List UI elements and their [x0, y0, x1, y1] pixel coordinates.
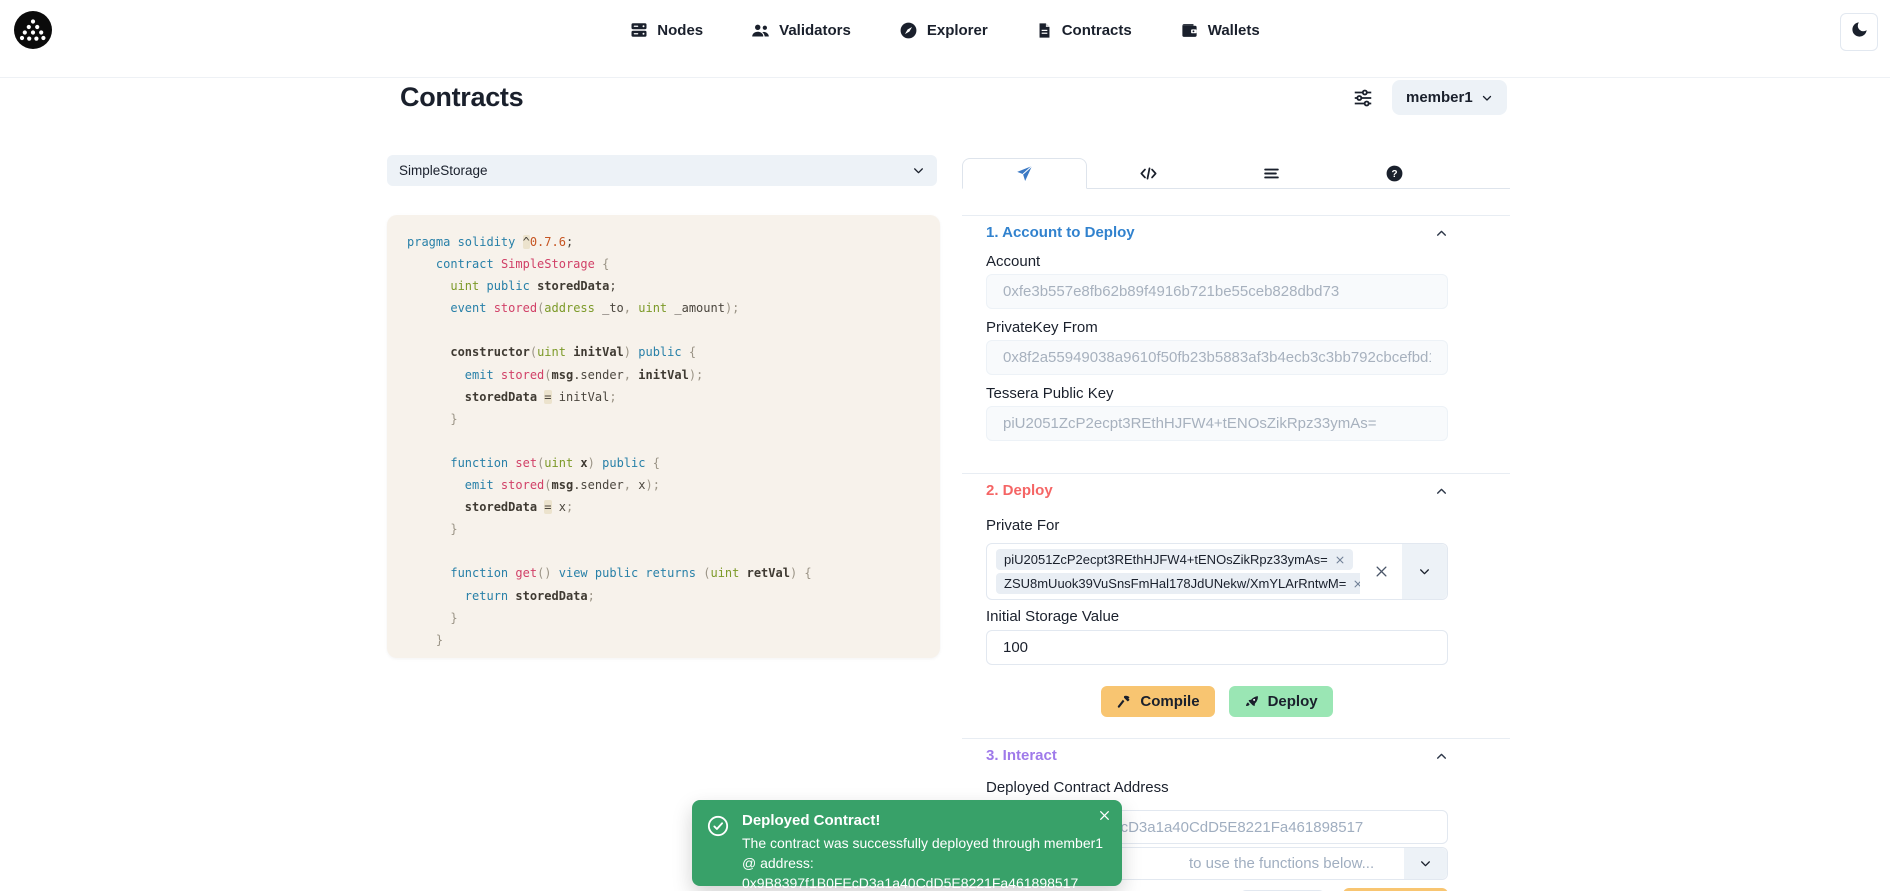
main-nav: Nodes Validators Explorer Contracts [0, 0, 1890, 60]
privatekey-label: PrivateKey From [986, 319, 1448, 337]
tab-details[interactable] [1210, 158, 1333, 188]
nav-item-explorer[interactable]: Explorer [899, 21, 988, 40]
question-icon: ? [1385, 164, 1404, 183]
server-icon [630, 21, 648, 39]
chevron-down-icon [1481, 92, 1493, 104]
check-circle-icon [707, 815, 729, 842]
code-icon [1139, 164, 1158, 183]
page-title: Contracts [400, 82, 523, 113]
private-for-tag: piU2051ZcP2ecpt3REthHJFW4+tENOsZikRpz33y… [996, 549, 1353, 570]
file-icon [1036, 22, 1053, 39]
list-icon [1262, 164, 1281, 183]
compile-button[interactable]: Compile [1101, 686, 1214, 717]
nav-item-nodes[interactable]: Nodes [630, 21, 703, 39]
initial-storage-label: Initial Storage Value [986, 608, 1448, 626]
divider [962, 473, 1510, 474]
tab-deploy[interactable] [962, 158, 1087, 189]
account-section: 1. Account to Deploy Account PrivateKey … [986, 223, 1448, 441]
divider [962, 738, 1510, 739]
account-label: Account [986, 253, 1448, 271]
divider [0, 77, 1890, 78]
chevron-up-icon [1435, 750, 1448, 763]
privatekey-input[interactable] [986, 340, 1448, 375]
deploy-button[interactable]: Deploy [1229, 686, 1333, 717]
nav-item-validators[interactable]: Validators [751, 21, 851, 40]
compass-icon [899, 21, 918, 40]
contract-panel: ? 1. Account to Deploy Account PrivateKe… [962, 158, 1510, 891]
collapse-interact-button[interactable] [1435, 750, 1448, 763]
chevron-down-icon [912, 164, 925, 177]
private-for-label: Private For [986, 517, 1448, 535]
app-frame: Nodes Validators Explorer Contracts [0, 0, 1890, 891]
panel-tabs: ? [962, 158, 1510, 189]
private-for-multiselect[interactable]: piU2051ZcP2ecpt3REthHJFW4+tENOsZikRpz33y… [986, 543, 1448, 600]
deploy-button-label: Deploy [1268, 693, 1318, 710]
theme-toggle-button[interactable] [1840, 13, 1878, 51]
top-navbar: Nodes Validators Explorer Contracts [0, 0, 1890, 60]
dropdown-indicator[interactable] [1404, 848, 1447, 879]
deploy-section: 2. Deploy Private For piU2051ZcP2ecpt3RE… [986, 481, 1448, 717]
compile-button-label: Compile [1140, 693, 1199, 710]
account-input[interactable] [986, 274, 1448, 309]
solidity-source: pragma solidity ^0.7.6; contract SimpleS… [407, 231, 920, 651]
tag-label: ZSU8mUuok39VuSnsFmHal178JdUNekw/XmYLArRn… [1004, 576, 1346, 591]
tag-close-icon[interactable] [1353, 579, 1360, 589]
wallet-icon [1180, 21, 1199, 40]
contract-select-value: SimpleStorage [399, 163, 488, 178]
deploy-section-heading: 2. Deploy [986, 481, 1053, 501]
hammer-icon [1116, 694, 1132, 710]
nav-item-wallets[interactable]: Wallets [1180, 21, 1260, 40]
tab-source-code[interactable] [1087, 158, 1210, 188]
clear-all-icon[interactable] [1360, 544, 1402, 599]
nav-item-contracts[interactable]: Contracts [1036, 22, 1132, 39]
moon-icon [1850, 20, 1869, 44]
svg-text:?: ? [1391, 168, 1397, 179]
toast-title: Deployed Contract! [742, 812, 880, 829]
close-icon[interactable] [1098, 809, 1111, 822]
toast-message: The contract was successfully deployed t… [742, 833, 1120, 891]
nav-label: Contracts [1062, 22, 1132, 39]
paper-plane-icon [1015, 164, 1034, 183]
private-for-tag: ZSU8mUuok39VuSnsFmHal178JdUNekw/XmYLArRn… [996, 573, 1360, 594]
member-label: member1 [1406, 89, 1473, 106]
chevron-down-icon [1419, 857, 1432, 870]
chevron-up-icon [1435, 227, 1448, 240]
tag-label: piU2051ZcP2ecpt3REthHJFW4+tENOsZikRpz33y… [1004, 552, 1328, 567]
tag-close-icon[interactable] [1335, 555, 1345, 565]
private-for-tags: piU2051ZcP2ecpt3REthHJFW4+tENOsZikRpz33y… [987, 544, 1360, 599]
contract-select[interactable]: SimpleStorage [387, 155, 937, 186]
initial-storage-input[interactable] [986, 630, 1448, 665]
deployed-address-label: Deployed Contract Address [986, 779, 1448, 797]
code-block: pragma solidity ^0.7.6; contract SimpleS… [387, 215, 940, 658]
nav-label: Wallets [1208, 22, 1260, 39]
tab-help[interactable]: ? [1333, 158, 1456, 188]
dropdown-indicator[interactable] [1402, 544, 1447, 599]
account-section-heading: 1. Account to Deploy [986, 223, 1135, 243]
chevron-down-icon [1418, 565, 1431, 578]
divider [962, 215, 1510, 216]
toast-success: Deployed Contract! The contract was succ… [692, 800, 1122, 886]
collapse-deploy-button[interactable] [1435, 485, 1448, 498]
users-icon [751, 21, 770, 40]
nav-label: Explorer [927, 22, 988, 39]
member-dropdown[interactable]: member1 [1392, 80, 1507, 115]
tessera-input[interactable] [986, 406, 1448, 441]
nav-label: Nodes [657, 22, 703, 39]
rocket-icon [1244, 694, 1260, 710]
tessera-label: Tessera Public Key [986, 385, 1448, 403]
nav-label: Validators [779, 22, 851, 39]
collapse-account-button[interactable] [1435, 227, 1448, 240]
chevron-up-icon [1435, 485, 1448, 498]
deploy-actions: Compile Deploy [986, 686, 1448, 717]
sliders-icon[interactable] [1352, 87, 1374, 114]
interact-section-heading: 3. Interact [986, 746, 1057, 766]
